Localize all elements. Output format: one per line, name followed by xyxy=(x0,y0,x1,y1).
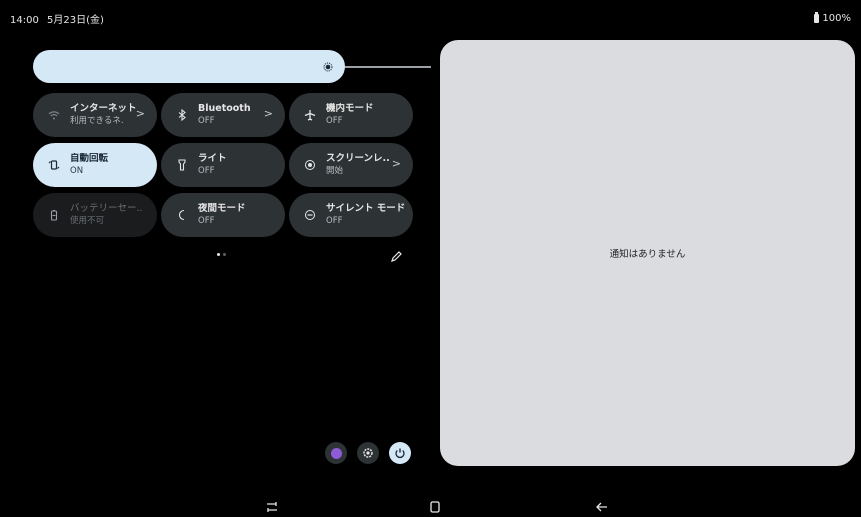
chevron-right-icon[interactable]: > xyxy=(392,157,401,170)
no-notifications-text: 通知はありません xyxy=(609,249,686,260)
page-indicator[interactable] xyxy=(217,253,226,256)
edit-icon[interactable] xyxy=(390,248,402,262)
chevron-right-icon[interactable]: > xyxy=(136,107,145,120)
screen-record-icon xyxy=(303,158,317,172)
user-icon xyxy=(330,447,342,459)
night-mode-icon xyxy=(175,208,189,222)
tile-label: スクリーンレ.. xyxy=(326,153,390,164)
recents-icon xyxy=(267,502,277,512)
tile-state: 利用できるネ. xyxy=(70,116,124,126)
tile-screen-record[interactable]: スクリーンレ.. 開始 > xyxy=(289,143,413,187)
tile-label: バッテリーセー.. xyxy=(70,203,143,214)
tile-label: 夜間モード xyxy=(198,203,246,214)
home-icon xyxy=(430,501,440,513)
tile-label: 自動回転 xyxy=(70,153,109,164)
tile-state: 開始 xyxy=(326,166,344,176)
notification-panel: 通知はありません xyxy=(440,40,855,466)
tile-airplane-mode[interactable]: 機内モード OFF xyxy=(289,93,413,137)
brightness-slider[interactable] xyxy=(33,50,431,83)
tile-auto-rotate[interactable]: 自動回転 ON xyxy=(33,143,157,187)
status-time: 14:00 xyxy=(10,14,39,26)
power-button[interactable] xyxy=(389,442,411,464)
status-bar: 14:00 5月23日(金) 100% xyxy=(0,0,861,36)
tile-label: サイレント モード xyxy=(326,203,406,214)
tile-state: OFF xyxy=(198,166,215,176)
tile-label: Bluetooth xyxy=(198,103,251,114)
tile-state: OFF xyxy=(326,116,343,126)
tile-night-mode[interactable]: 夜間モード OFF xyxy=(161,193,285,237)
tile-label: 機内モード xyxy=(326,103,374,114)
tile-state: OFF xyxy=(198,216,215,226)
user-button[interactable] xyxy=(325,442,347,464)
chevron-right-icon[interactable]: > xyxy=(264,107,273,120)
battery-icon xyxy=(814,11,820,23)
home-button[interactable] xyxy=(427,500,443,514)
tile-battery-saver[interactable]: バッテリーセー.. 使用不可 xyxy=(33,193,157,237)
brightness-icon[interactable] xyxy=(321,60,335,74)
status-date: 5月23日(金) xyxy=(47,14,104,26)
page-dot-active xyxy=(217,253,220,256)
tile-state: ON xyxy=(70,166,84,176)
page-dot xyxy=(223,253,226,256)
do-not-disturb-icon xyxy=(303,208,317,222)
tile-state: 使用不可 xyxy=(70,216,105,226)
tile-state: OFF xyxy=(198,116,215,126)
tile-flashlight[interactable]: ライト OFF xyxy=(161,143,285,187)
settings-icon xyxy=(362,444,374,463)
rotate-icon xyxy=(47,158,61,172)
battery-percent: 100% xyxy=(822,12,851,24)
tile-bluetooth[interactable]: Bluetooth OFF > xyxy=(161,93,285,137)
tile-label: インターネット xyxy=(70,103,137,114)
tile-state: OFF xyxy=(326,216,343,226)
tile-do-not-disturb[interactable]: サイレント モード OFF xyxy=(289,193,413,237)
battery-saver-icon xyxy=(47,208,61,222)
brightness-fill xyxy=(33,50,345,83)
back-button[interactable] xyxy=(594,500,610,514)
recent-apps-button[interactable] xyxy=(264,500,280,514)
wifi-icon xyxy=(47,108,61,122)
settings-button[interactable] xyxy=(357,442,379,464)
tile-internet[interactable]: インターネット 利用できるネ. > xyxy=(33,93,157,137)
tile-label: ライト xyxy=(198,153,227,164)
brightness-track xyxy=(345,66,431,68)
flashlight-icon xyxy=(175,158,189,172)
back-arrow-icon xyxy=(596,502,607,512)
power-icon xyxy=(394,444,406,463)
bluetooth-icon xyxy=(175,108,189,122)
airplane-icon xyxy=(303,108,317,122)
